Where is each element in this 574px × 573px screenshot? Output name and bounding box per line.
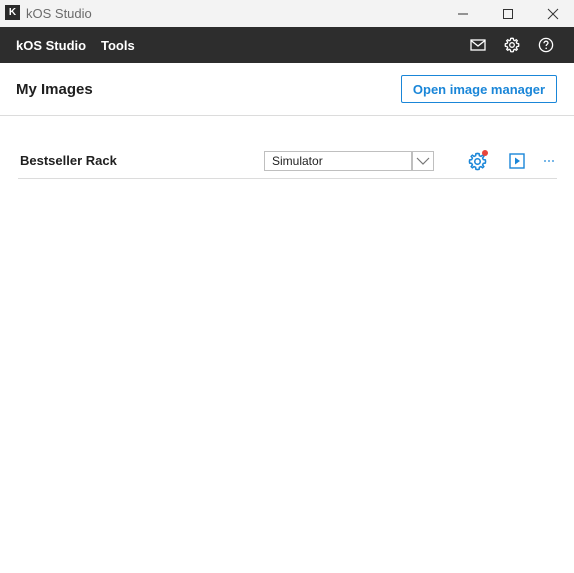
page-title: My Images	[16, 81, 93, 98]
more-options-button[interactable]	[543, 151, 555, 170]
image-row: Bestseller Rack Simulator	[18, 143, 557, 179]
image-name: Bestseller Rack	[20, 153, 117, 168]
image-settings-button[interactable]	[467, 150, 488, 171]
chevron-down-icon	[416, 157, 430, 165]
menu-kos-studio[interactable]: kOS Studio	[16, 38, 86, 53]
window-title: kOS Studio	[26, 6, 92, 21]
notification-dot	[482, 150, 488, 156]
run-image-button[interactable]	[507, 151, 527, 171]
minimize-button[interactable]	[440, 0, 486, 27]
target-select-dropdown-button[interactable]	[412, 151, 434, 171]
gear-icon[interactable]	[503, 36, 521, 54]
menu-tools[interactable]: Tools	[101, 38, 135, 53]
page-header: My Images Open image manager	[0, 63, 574, 116]
menubar: kOS Studio Tools	[0, 27, 574, 63]
mail-icon[interactable]	[469, 36, 487, 54]
play-icon	[509, 153, 525, 169]
target-select[interactable]: Simulator	[264, 151, 412, 171]
close-icon	[547, 8, 559, 19]
help-icon[interactable]	[537, 36, 555, 54]
window-titlebar: K kOS Studio	[0, 0, 574, 27]
open-image-manager-button[interactable]: Open image manager	[401, 75, 557, 103]
maximize-button[interactable]	[485, 0, 531, 27]
more-icon	[544, 160, 554, 162]
close-button[interactable]	[530, 0, 574, 27]
minimize-icon	[458, 13, 468, 14]
maximize-icon	[503, 8, 513, 19]
app-logo: K	[5, 5, 20, 20]
